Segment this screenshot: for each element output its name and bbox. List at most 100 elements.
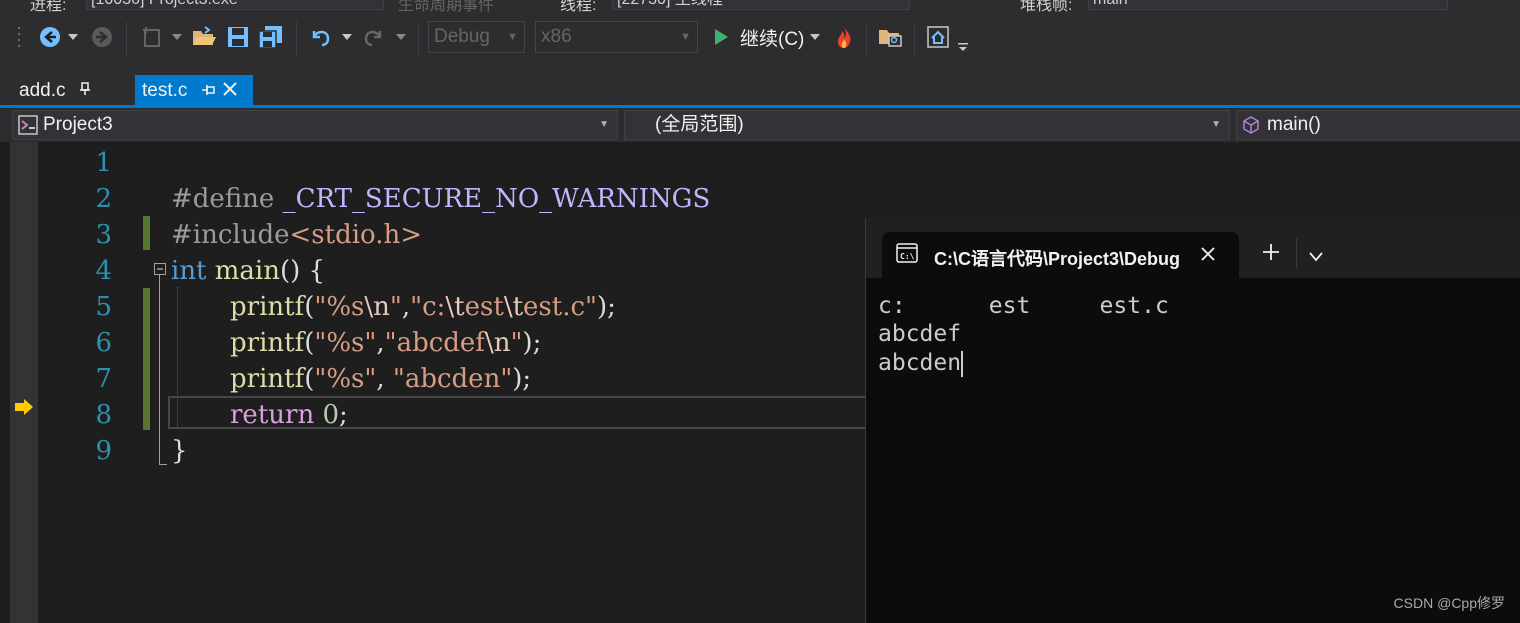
lifecycle-events-button[interactable]: 生命周期事件 bbox=[398, 0, 494, 13]
chevron-down-icon: ▼ bbox=[1211, 119, 1221, 130]
number-literal: 0 bbox=[322, 400, 339, 430]
glyph-margin[interactable] bbox=[10, 142, 38, 623]
toolbar-options-icon[interactable] bbox=[956, 39, 970, 55]
include-header: <stdio.h> bbox=[289, 220, 423, 250]
navigate-back-icon[interactable] bbox=[36, 23, 64, 51]
type-keyword: int bbox=[171, 256, 207, 286]
string-literal: "abcdef bbox=[384, 328, 485, 358]
code-punctuation: ( bbox=[304, 292, 315, 322]
thread-label: 线程: bbox=[560, 0, 597, 13]
project-dropdown[interactable]: Project3 ▼ bbox=[12, 110, 618, 140]
document-tab-bar: add.c test.c bbox=[0, 63, 1520, 107]
member-value: main() bbox=[1267, 114, 1321, 135]
string-literal: "%s" bbox=[314, 364, 377, 394]
code-punctuation: , bbox=[376, 328, 385, 358]
change-marker bbox=[143, 216, 150, 250]
line-number: 4 bbox=[95, 256, 112, 286]
tab-test-c[interactable]: test.c bbox=[135, 75, 253, 107]
chevron-down-icon[interactable] bbox=[1309, 249, 1323, 267]
new-tab-plus-icon[interactable] bbox=[1262, 243, 1280, 266]
escape-sequence: \t bbox=[503, 292, 524, 322]
stackframe-dropdown[interactable]: main bbox=[1088, 0, 1448, 10]
scope-dropdown[interactable]: (全局范围) ▼ bbox=[624, 110, 1230, 140]
code-line-9: } bbox=[171, 433, 188, 469]
macro-name: _CRT_SECURE_NO_WARNINGS bbox=[282, 184, 711, 214]
return-keyword: return bbox=[230, 400, 315, 430]
standard-toolbar: Debug ▼ x86 ▼ 继续(C) bbox=[0, 13, 1520, 63]
function-name: main bbox=[214, 256, 280, 286]
undo-icon[interactable] bbox=[306, 23, 334, 51]
code-punctuation: ( bbox=[304, 328, 315, 358]
line-number: 8 bbox=[95, 400, 112, 430]
function-call: printf bbox=[230, 328, 305, 358]
navigate-forward-icon[interactable] bbox=[88, 23, 116, 51]
toolbar-grip-icon[interactable] bbox=[16, 25, 24, 51]
code-line-4: int main() { bbox=[171, 253, 325, 289]
pin-icon[interactable] bbox=[79, 80, 91, 102]
solution-explorer-folder-icon[interactable] bbox=[874, 23, 906, 51]
terminal-tab[interactable]: C:\ C:\C语言代码\Project3\Debug bbox=[882, 232, 1239, 278]
solution-configuration-dropdown[interactable]: Debug ▼ bbox=[428, 21, 525, 53]
line-number: 2 bbox=[95, 184, 112, 214]
code-line-2: #define _CRT_SECURE_NO_WARNINGS bbox=[171, 181, 710, 217]
project-name: Project3 bbox=[43, 114, 113, 135]
chevron-down-icon[interactable] bbox=[808, 29, 822, 45]
close-icon[interactable] bbox=[1200, 246, 1216, 267]
string-literal: " bbox=[389, 292, 402, 322]
debug-location-bar: 进程: [10036] Project3.exe 生命周期事件 线程: [227… bbox=[0, 0, 1520, 13]
solution-platform-dropdown[interactable]: x86 ▼ bbox=[535, 21, 698, 53]
save-icon[interactable] bbox=[224, 23, 252, 51]
console-window[interactable]: C:\ C:\C语言代码\Project3\Debug c: est est.c… bbox=[865, 218, 1520, 623]
console-output-text: abcden bbox=[878, 350, 962, 376]
process-dropdown[interactable]: [10036] Project3.exe bbox=[86, 0, 384, 10]
escape-sequence: \t bbox=[445, 292, 465, 322]
tab-add-c[interactable]: add.c bbox=[0, 75, 120, 107]
save-all-icon[interactable] bbox=[256, 23, 286, 51]
escape-sequence: \n bbox=[484, 328, 511, 358]
open-file-icon[interactable] bbox=[190, 23, 218, 51]
console-output-line: abcdef bbox=[878, 321, 962, 347]
terminal-tab-title: C:\C语言代码\Project3\Debug bbox=[934, 249, 1181, 269]
chevron-down-icon[interactable] bbox=[340, 29, 354, 45]
code-punctuation: ); bbox=[522, 328, 542, 358]
outline-region-line bbox=[159, 275, 160, 465]
line-number: 6 bbox=[95, 328, 112, 358]
scope-value: (全局范围) bbox=[655, 114, 744, 135]
chevron-down-icon[interactable] bbox=[66, 29, 80, 45]
text-cursor bbox=[961, 350, 964, 377]
console-app-icon: C:\ bbox=[896, 243, 918, 268]
c-project-icon bbox=[18, 115, 38, 144]
line-number: 3 bbox=[95, 220, 112, 250]
console-output-line: c: est est.c bbox=[878, 293, 1169, 319]
home-window-icon[interactable] bbox=[924, 23, 952, 51]
line-number: 7 bbox=[95, 364, 112, 394]
code-line-7: printf("%s", "abcden"); bbox=[230, 361, 531, 397]
function-call: printf bbox=[230, 364, 305, 394]
collapse-region-icon[interactable] bbox=[154, 262, 166, 280]
watermark: CSDN @Cpp修罗 bbox=[1393, 595, 1505, 611]
new-project-icon[interactable] bbox=[138, 23, 166, 51]
redo-icon[interactable] bbox=[360, 23, 388, 51]
change-marker bbox=[143, 288, 150, 430]
code-punctuation: ); bbox=[512, 364, 532, 394]
string-literal: est.c" bbox=[523, 292, 598, 322]
string-literal: " bbox=[510, 328, 523, 358]
navigation-bar: Project3 ▼ (全局范围) ▼ main() bbox=[0, 108, 1520, 142]
code-punctuation: () { bbox=[280, 256, 326, 286]
thread-dropdown[interactable]: [22730] 主线程 bbox=[612, 0, 910, 10]
member-dropdown[interactable]: main() bbox=[1236, 110, 1520, 140]
code-punctuation: ); bbox=[597, 292, 616, 322]
stackframe-label: 堆栈帧: bbox=[1020, 0, 1073, 13]
chevron-down-icon[interactable] bbox=[394, 29, 408, 45]
hot-reload-icon[interactable] bbox=[830, 23, 858, 51]
code-line-5: printf("%s\n","c:\test\test.c"); bbox=[230, 289, 616, 325]
close-icon[interactable] bbox=[223, 80, 238, 102]
tab-label: add.c bbox=[19, 80, 66, 101]
code-punctuation: ; bbox=[339, 400, 348, 430]
process-label: 进程: bbox=[30, 0, 67, 13]
chevron-down-icon[interactable] bbox=[170, 29, 184, 45]
chevron-down-icon: ▼ bbox=[507, 31, 518, 43]
unpin-icon[interactable] bbox=[201, 80, 216, 102]
svg-text:C:\: C:\ bbox=[900, 252, 915, 261]
play-icon bbox=[715, 29, 728, 45]
